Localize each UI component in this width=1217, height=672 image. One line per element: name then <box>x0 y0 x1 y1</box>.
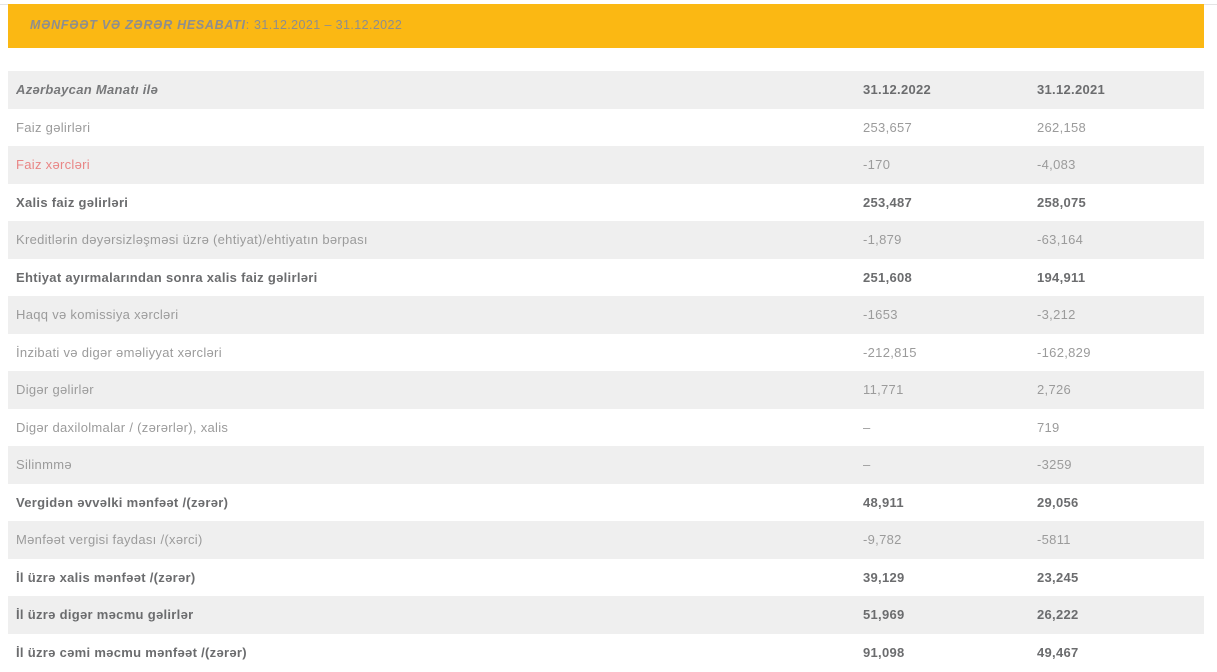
value-2021: -5811 <box>1037 532 1204 547</box>
value-2022: – <box>863 457 1037 472</box>
value-2022: 48,911 <box>863 495 1037 510</box>
table-row: Mənfəət vergisi faydası /(xərci)-9,782-5… <box>8 521 1204 559</box>
value-2021: -3,212 <box>1037 307 1204 322</box>
row-label: Faiz gəlirləri <box>16 120 863 135</box>
profit-loss-table: Azərbaycan Manatı ilə 31.12.2022 31.12.2… <box>8 71 1204 671</box>
row-label: Ehtiyat ayırmalarından sonra xalis faiz … <box>16 270 863 285</box>
table-row: İl üzrə xalis mənfəət /(zərər)39,12923,2… <box>8 559 1204 597</box>
row-label: Kreditlərin dəyərsizləşməsi üzrə (ehtiya… <box>16 232 863 247</box>
currency-note: Azərbaycan Manatı ilə <box>16 82 863 97</box>
table-row: İl üzrə digər məcmu gəlirlər51,96926,222 <box>8 596 1204 634</box>
value-2022: – <box>863 420 1037 435</box>
value-2022: 253,657 <box>863 120 1037 135</box>
value-2021: 719 <box>1037 420 1204 435</box>
table-row: Xalis faiz gəlirləri253,487258,075 <box>8 184 1204 222</box>
value-2021: 2,726 <box>1037 382 1204 397</box>
value-2022: 11,771 <box>863 382 1037 397</box>
row-label: İl üzrə digər məcmu gəlirlər <box>16 607 863 622</box>
row-label: Mənfəət vergisi faydası /(xərci) <box>16 532 863 547</box>
value-2021: -63,164 <box>1037 232 1204 247</box>
value-2022: -170 <box>863 157 1037 172</box>
table-row: İl üzrə cəmi məcmu mənfəət /(zərər)91,09… <box>8 634 1204 672</box>
value-2022: 253,487 <box>863 195 1037 210</box>
value-2021: 26,222 <box>1037 607 1204 622</box>
value-2021: -162,829 <box>1037 345 1204 360</box>
table-row: Digər daxilolmalar / (zərərlər), xalis–7… <box>8 409 1204 447</box>
value-2021: -4,083 <box>1037 157 1204 172</box>
table-row: Faiz xərcləri-170-4,083 <box>8 146 1204 184</box>
table-row: Silinmmə–-3259 <box>8 446 1204 484</box>
row-label: Digər daxilolmalar / (zərərlər), xalis <box>16 420 863 435</box>
value-2022: -9,782 <box>863 532 1037 547</box>
row-label: İl üzrə cəmi məcmu mənfəət /(zərər) <box>16 645 863 660</box>
table-row: Haqq və komissiya xərcləri-1653-3,212 <box>8 296 1204 334</box>
value-2021: 49,467 <box>1037 645 1204 660</box>
value-2022: 39,129 <box>863 570 1037 585</box>
row-label: İl üzrə xalis mənfəət /(zərər) <box>16 570 863 585</box>
row-label: İnzibati və digər əməliyyat xərcləri <box>16 345 863 360</box>
value-2022: 251,608 <box>863 270 1037 285</box>
row-label: Faiz xərcləri <box>16 157 863 172</box>
column-header-2021: 31.12.2021 <box>1037 82 1204 97</box>
report-title-separator: : <box>246 18 250 32</box>
table-row: Digər gəlirlər11,7712,726 <box>8 371 1204 409</box>
value-2021: -3259 <box>1037 457 1204 472</box>
value-2021: 262,158 <box>1037 120 1204 135</box>
value-2021: 258,075 <box>1037 195 1204 210</box>
row-label: Silinmmə <box>16 457 863 472</box>
table-row: Kreditlərin dəyərsizləşməsi üzrə (ehtiya… <box>8 221 1204 259</box>
row-label: Digər gəlirlər <box>16 382 863 397</box>
table-header-row: Azərbaycan Manatı ilə 31.12.2022 31.12.2… <box>8 71 1204 109</box>
column-header-2022: 31.12.2022 <box>863 82 1037 97</box>
value-2022: -1,879 <box>863 232 1037 247</box>
value-2021: 23,245 <box>1037 570 1204 585</box>
value-2022: 51,969 <box>863 607 1037 622</box>
table-row: İnzibati və digər əməliyyat xərcləri-212… <box>8 334 1204 372</box>
value-2021: 29,056 <box>1037 495 1204 510</box>
row-label: Vergidən əvvəlki mənfəət /(zərər) <box>16 495 863 510</box>
table-row: Ehtiyat ayırmalarından sonra xalis faiz … <box>8 259 1204 297</box>
table-row: Faiz gəlirləri253,657262,158 <box>8 109 1204 147</box>
value-2022: -212,815 <box>863 345 1037 360</box>
value-2022: 91,098 <box>863 645 1037 660</box>
value-2022: -1653 <box>863 307 1037 322</box>
row-label: Haqq və komissiya xərcləri <box>16 307 863 322</box>
report-banner: MƏNFƏƏT VƏ ZƏRƏR HESABATI: 31.12.2021 – … <box>8 4 1204 48</box>
value-2021: 194,911 <box>1037 270 1204 285</box>
row-label: Xalis faiz gəlirləri <box>16 195 863 210</box>
table-row: Vergidən əvvəlki mənfəət /(zərər)48,9112… <box>8 484 1204 522</box>
report-period: 31.12.2021 – 31.12.2022 <box>254 18 402 32</box>
report-title: MƏNFƏƏT VƏ ZƏRƏR HESABATI <box>30 18 246 32</box>
